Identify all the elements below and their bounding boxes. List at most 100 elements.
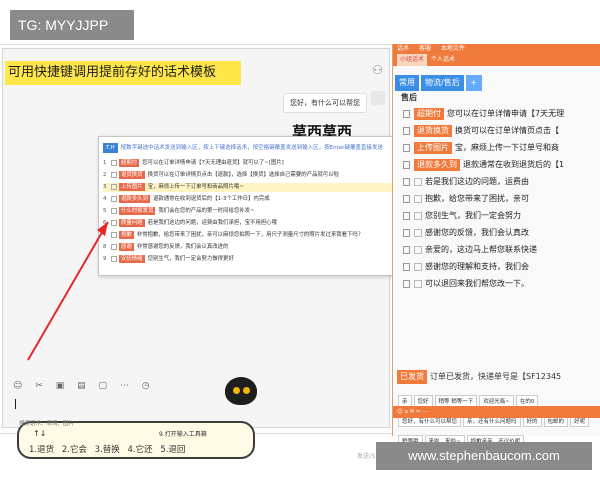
script-row-icon <box>403 109 410 118</box>
user-icon[interactable]: ⚇ <box>372 63 383 77</box>
hint-open-toolbox: 9.打开输入工具箱 <box>159 431 207 438</box>
subtab-personal[interactable]: 个人话术 <box>431 56 455 63</box>
script-row[interactable]: 退款多久到 退款通常在收到退货后的【1 <box>403 157 599 172</box>
hint-item-5[interactable]: 5.退回 <box>160 445 185 455</box>
popup-row[interactable]: 9 安抚情绪 您别生气，我们一定会努力做得更好 <box>103 255 433 264</box>
hint-item-3[interactable]: 3.替换 <box>95 445 120 455</box>
scissors-icon[interactable]: ✂ <box>35 381 43 391</box>
cat-sticker <box>221 371 261 407</box>
popup-row-checkbox[interactable] <box>111 255 117 262</box>
script-row-text: 亲爱的，这边马上帮您联系快递 <box>425 245 537 254</box>
popup-row[interactable]: 6 质量问题 若是我们这边的问题，运费由我们承担，宝不用担心哦 <box>103 219 433 228</box>
popup-row-number: 3 <box>103 184 107 190</box>
popup-row-tag: 什么时候发货 <box>119 207 156 215</box>
popup-row-checkbox[interactable] <box>111 207 117 214</box>
script-row[interactable]: 超期付 您可以在订单详情申请【7天无理 <box>403 106 599 121</box>
script-row-checkbox[interactable] <box>414 245 422 254</box>
tab-service[interactable]: 客服 <box>419 45 431 52</box>
popup-row[interactable]: 1 超期付 您可以在订单详情申请【7天无理由退货】就可以了~[图片] <box>103 159 433 168</box>
category-common-button[interactable]: 常用 <box>395 75 419 91</box>
script-row-tag: 退款多久到 <box>414 159 460 171</box>
panel-tabs: 话术 客服 本地文件 <box>397 44 473 54</box>
popup-row[interactable]: 2 退货换货 换货可以在订单详情页点击【退款】，选择【换货】选择自己需要的产品就可以… <box>103 171 433 180</box>
popup-row-number: 6 <box>103 220 107 226</box>
quick-reply-panel: 话术 客服 本地文件 小组话术 个人话术 常用 物流/售后 + 售后 超期付 您可以在订… <box>392 44 600 447</box>
popup-row[interactable]: 7 抱歉 非常抱歉，给您带来了困扰，亲可以麻烦您拍照一下，用尺子测量尺寸的照片发过来… <box>103 231 433 240</box>
popup-row-checkbox[interactable] <box>111 159 117 166</box>
script-row-checkbox[interactable] <box>414 262 422 271</box>
folder-icon[interactable]: ▢ <box>98 381 107 391</box>
watermark-url: www.stephenbaucom.com <box>376 442 592 470</box>
popup-row[interactable]: 8 感谢 非常感谢您的反馈，我们会认真改进的 <box>103 243 433 252</box>
popup-hint-text: 按数字键选中话术发送到输入区，按上下键选择话术，按空格键覆盖发送到输入区，按En… <box>120 145 383 151</box>
screenshot-root: TG: MYYJJPP 可用快捷键调用提前存好的话术模板 ⚇ 您好，有什么可以帮… <box>0 0 600 480</box>
script-row-text: 您可以在订单详情申请【7天无理 <box>447 109 565 118</box>
script-row[interactable]: 感谢您的反馈，我们会认真改 <box>403 225 599 240</box>
panel-header: 话术 客服 本地文件 小组话术 个人话术 <box>393 44 600 66</box>
add-category-button[interactable]: + <box>465 75 482 91</box>
popup-row-tag: 超期付 <box>119 159 140 167</box>
category-logistics-button[interactable]: 物流/售后 <box>421 75 464 91</box>
script-row[interactable]: 退货换货 换货可以在订单详情页点击【 <box>403 123 599 138</box>
script-row-checkbox[interactable] <box>414 211 422 220</box>
popup-row[interactable]: 5 什么时候发货 我们会在您的产品的第一时间给您补发~ <box>103 207 433 216</box>
script-row[interactable]: 可以退回来我们帮您改一下。 <box>403 276 599 291</box>
hint-item-2[interactable]: 2.它会 <box>62 445 87 455</box>
popup-row-checkbox[interactable] <box>111 231 117 238</box>
tab-local-files[interactable]: 本地文件 <box>441 45 465 52</box>
cat-eye-left <box>233 387 240 394</box>
popup-row-text: 非常抱歉，给您带来了困扰，亲可以麻烦您拍照一下，用尺子测量尺寸的照片发过来我看下… <box>136 232 364 238</box>
script-row[interactable]: 亲爱的，这边马上帮您联系快递 <box>403 242 599 257</box>
text-cursor[interactable] <box>15 399 16 409</box>
script-row-text: 宝，麻烦上传一下订单号和商 <box>455 143 559 152</box>
image-icon[interactable]: ▣ <box>56 381 65 391</box>
popup-row-text: 宝，麻烦上传一下订单号和商品照片哦~ <box>147 184 244 190</box>
popup-row-tag: 安抚情绪 <box>119 255 145 263</box>
script-row-icon <box>403 262 410 271</box>
script-row-icon <box>403 228 410 237</box>
shipped-row[interactable]: 已发货 订单已发货，快递单号是【SF12345 <box>397 370 597 384</box>
popup-row-text: 退款通常在收到退货后的【1-3个工作日】内完成 <box>152 196 270 202</box>
popup-row-text: 您别生气，我们一定会努力做得更好 <box>147 256 234 262</box>
script-row-text: 换货可以在订单详情页点击【 <box>455 126 559 135</box>
script-row-checkbox[interactable] <box>414 194 422 203</box>
file-icon[interactable]: ▤ <box>77 381 86 391</box>
send-button[interactable]: 发送(S) <box>357 451 378 460</box>
subtab-group[interactable]: 小组话术 <box>397 54 428 66</box>
popup-row-checkbox[interactable] <box>111 195 117 202</box>
popup-row[interactable]: 4 退款多久到 退款通常在收到退货后的【1-3个工作日】内完成 <box>103 195 433 204</box>
script-row[interactable]: 上传图片 宝，麻烦上传一下订单号和商 <box>403 140 599 155</box>
popup-row-number: 8 <box>103 244 107 250</box>
tab-scripts[interactable]: 话术 <box>397 45 409 52</box>
popup-row-number: 2 <box>103 172 107 178</box>
popup-row-checkbox[interactable] <box>111 243 117 250</box>
popup-row-tag: 质量问题 <box>119 219 145 227</box>
more-icon[interactable]: ⋯ <box>120 381 129 391</box>
script-row[interactable]: 若是我们这边的问题，运费由 <box>403 174 599 189</box>
quick-chips: 亲您好 稍等 稍等一下 欢迎光临~ 在的0您好，有什么可以帮您 亲，还有什么问题吗 好的包… <box>397 388 597 448</box>
script-row[interactable]: 您别生气，我们一定会努力 <box>403 208 599 223</box>
panel-subtabs: 小组话术 个人话术 <box>397 54 455 66</box>
popup-row-text: 非常感谢您的反馈，我们会认真改进的 <box>136 244 229 250</box>
script-row-checkbox[interactable] <box>414 279 422 288</box>
panel-bottom-bar: ☺ ⌂ ✉ ✂ ⋯ <box>393 406 600 418</box>
script-row-checkbox[interactable] <box>414 177 422 186</box>
popup-row[interactable]: 3 上传图片 宝，麻烦上传一下订单号和商品照片哦~ <box>103 183 433 192</box>
hint-item-1[interactable]: 1.退货 <box>29 445 54 455</box>
script-row[interactable]: 感谢您的理解和支持，我们会 <box>403 259 599 274</box>
popup-row-tag: 上传图片 <box>119 183 145 191</box>
history-icon[interactable]: ◷ <box>142 381 150 391</box>
hint-item-4[interactable]: 4.它还 <box>127 445 152 455</box>
script-row[interactable]: 抱歉，给您带来了困扰，亲可 <box>403 191 599 206</box>
script-row-text: 您别生气，我们一定会努力 <box>425 211 521 220</box>
popup-row-checkbox[interactable] <box>111 219 117 226</box>
popup-row-checkbox[interactable] <box>111 171 117 178</box>
popup-row-checkbox[interactable] <box>111 183 117 190</box>
script-row-text: 退款通常在收到退货后的【1 <box>463 160 565 169</box>
script-row-icon <box>403 211 410 220</box>
popup-th-tag: T.H <box>103 143 118 153</box>
search-bar[interactable]: 搜索话术、表情、图片 <box>5 419 393 429</box>
script-row-icon <box>403 194 410 203</box>
script-row-checkbox[interactable] <box>414 228 422 237</box>
emoji-icon[interactable]: ☺ <box>13 381 22 391</box>
